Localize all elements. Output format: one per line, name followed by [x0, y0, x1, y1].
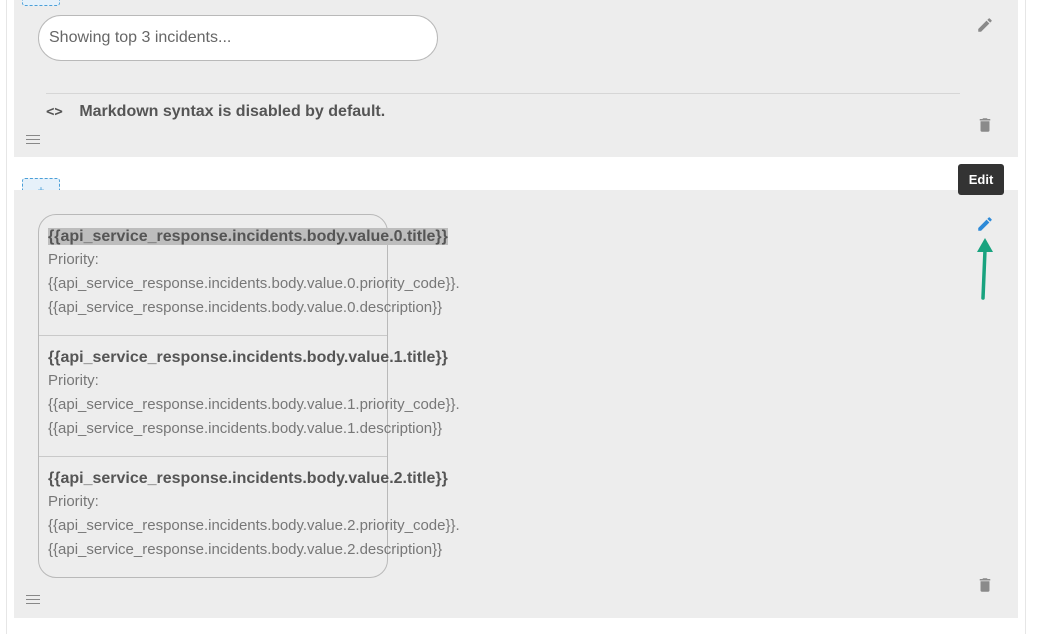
drag-handle-icon[interactable]	[26, 595, 40, 605]
incident-title: {{api_service_response.incidents.body.va…	[48, 349, 448, 366]
markdown-note-text: Markdown syntax is disabled by default.	[79, 103, 386, 120]
incident-title: {{api_service_response.incidents.body.va…	[48, 470, 448, 487]
edit-tooltip: Edit	[958, 164, 1004, 195]
markdown-note: <> Markdown syntax is disabled by defaul…	[46, 103, 385, 121]
description: {{api_service_response.incidents.body.va…	[48, 541, 443, 558]
arrow-up-icon	[977, 238, 993, 300]
trash-icon[interactable]	[976, 576, 994, 594]
description: {{api_service_response.incidents.body.va…	[48, 299, 443, 316]
priority-label: Priority:	[48, 493, 99, 510]
incident-item: {{api_service_response.incidents.body.va…	[48, 347, 488, 441]
priority-label: Priority:	[48, 372, 99, 389]
priority-code: {{api_service_response.incidents.body.va…	[48, 517, 460, 534]
add-block-button-top[interactable]: +	[22, 0, 60, 6]
text-input[interactable]: Showing top 3 incidents...	[38, 15, 438, 61]
code-icon: <>	[46, 104, 63, 120]
priority-code: {{api_service_response.incidents.body.va…	[48, 396, 460, 413]
priority-label: Priority:	[48, 251, 99, 268]
description: {{api_service_response.incidents.body.va…	[48, 420, 443, 437]
incident-title: {{api_service_response.incidents.body.va…	[48, 228, 448, 245]
incident-separator	[39, 335, 387, 336]
drag-handle-icon[interactable]	[26, 135, 40, 145]
priority-code: {{api_service_response.incidents.body.va…	[48, 275, 460, 292]
divider	[46, 93, 960, 94]
pencil-icon[interactable]	[976, 215, 994, 233]
trash-icon[interactable]	[976, 116, 994, 134]
incident-separator	[39, 456, 387, 457]
incident-item: {{api_service_response.incidents.body.va…	[48, 468, 488, 562]
pencil-icon[interactable]	[976, 16, 994, 34]
incident-item: {{api_service_response.incidents.body.va…	[48, 226, 488, 320]
